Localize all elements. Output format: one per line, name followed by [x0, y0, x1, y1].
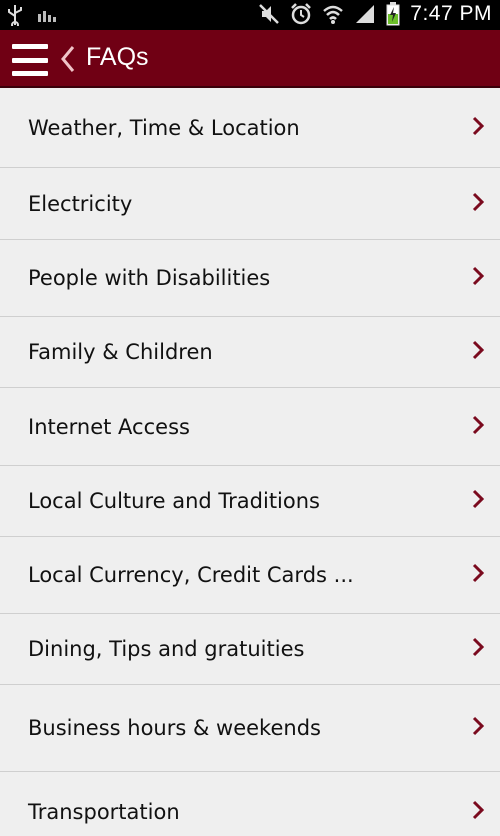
alarm-icon [291, 3, 312, 25]
signal-bars-small-icon [38, 11, 56, 22]
list-item-currency[interactable]: Local Currency, Credit Cards ... [0, 537, 500, 614]
hamburger-menu-icon[interactable] [12, 44, 48, 76]
list-item-label: Family & Children [28, 340, 213, 364]
list-item-label: People with Disabilities [28, 266, 271, 290]
list-item-weather[interactable]: Weather, Time & Location [0, 88, 500, 168]
list-item-family[interactable]: Family & Children [0, 317, 500, 388]
page-title: FAQs [86, 43, 149, 71]
list-item-transportation[interactable]: Transportation [0, 772, 500, 836]
status-bar: 7:47 PM [0, 0, 500, 30]
chevron-left-icon[interactable] [58, 44, 78, 74]
list-item-internet[interactable]: Internet Access [0, 388, 500, 466]
battery-charging-icon [386, 2, 400, 26]
chevron-right-icon [472, 800, 484, 820]
chevron-right-icon [472, 266, 484, 286]
chevron-right-icon [472, 716, 484, 736]
status-right-icons: 7:47 PM [258, 2, 492, 26]
list-item-label: Local Currency, Credit Cards ... [28, 563, 354, 587]
chevron-right-icon [472, 489, 484, 509]
list-item-dining[interactable]: Dining, Tips and gratuities [0, 614, 500, 685]
usb-icon [8, 5, 22, 26]
list-item-culture[interactable]: Local Culture and Traditions [0, 466, 500, 537]
status-time: 7:47 PM [410, 2, 492, 25]
list-item-business-hours[interactable]: Business hours & weekends [0, 685, 500, 772]
chevron-right-icon [472, 192, 484, 211]
app-bar: FAQs [0, 30, 500, 88]
cell-signal-icon [356, 5, 375, 23]
list-item-label: Transportation [28, 800, 180, 824]
chevron-right-icon [472, 415, 484, 434]
chevron-right-icon [472, 116, 484, 135]
status-left-icons [6, 4, 56, 26]
wifi-icon [323, 5, 344, 24]
list-item-label: Weather, Time & Location [28, 115, 300, 140]
list-item-label: Dining, Tips and gratuities [28, 637, 305, 661]
chevron-right-icon [472, 340, 484, 360]
mute-icon [259, 4, 280, 24]
chevron-right-icon [472, 563, 484, 583]
list-item-label: Electricity [28, 191, 133, 216]
list-item-electricity[interactable]: Electricity [0, 168, 500, 240]
faq-list: Weather, Time & Location Electricity Peo… [0, 88, 500, 836]
list-item-label: Local Culture and Traditions [28, 489, 320, 513]
list-item-label: Internet Access [28, 414, 190, 439]
list-item-disabilities[interactable]: People with Disabilities [0, 240, 500, 317]
chevron-right-icon [472, 637, 484, 657]
list-item-label: Business hours & weekends [28, 716, 321, 740]
